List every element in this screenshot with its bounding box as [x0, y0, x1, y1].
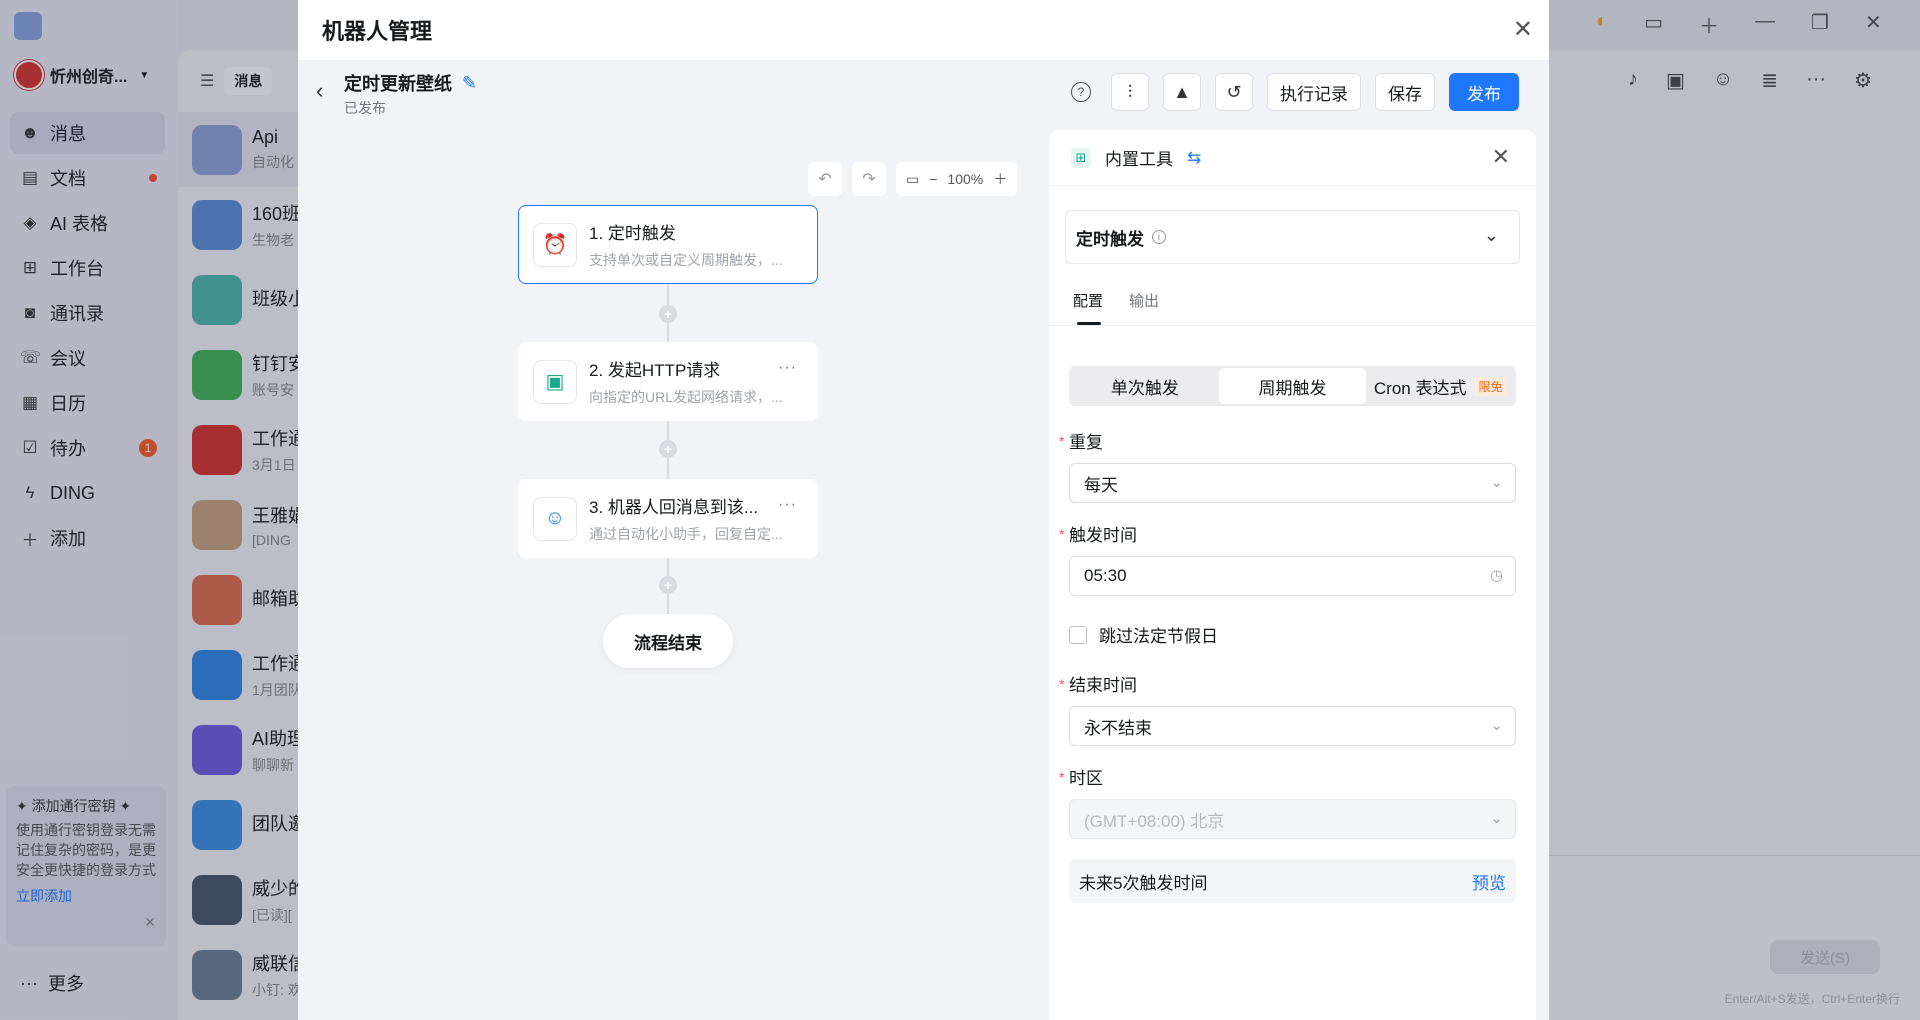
edit-icon[interactable]: ✎ — [462, 73, 477, 94]
trigger-time-label-text: 触发时间 — [1069, 526, 1137, 545]
panel-tabs: 配置 输出 — [1049, 282, 1536, 326]
save-button[interactable]: 保存 — [1375, 73, 1435, 111]
add-step-plus-icon[interactable]: + — [659, 305, 677, 323]
node-title: 1. 定时触发 — [589, 224, 676, 243]
add-step-plus-icon[interactable]: + — [659, 576, 677, 594]
trigger-mode-segmented: 单次触发 周期触发 Cron 表达式 限免 — [1069, 366, 1516, 406]
preview-label: 未来5次触发时间 — [1079, 873, 1208, 893]
end-time-label: * 结束时间 — [1059, 671, 1536, 696]
segment-cron[interactable]: Cron 表达式 限免 — [1366, 368, 1514, 404]
required-mark: * — [1059, 525, 1065, 542]
flow-node-robot-reply[interactable]: ☺ 3. 机器人回消息到该... 通过自动化小助手，回复自定... ··· — [518, 479, 818, 558]
node-body: 3. 机器人回消息到该... 通过自动化小助手，回复自定... — [589, 493, 799, 544]
http-window-icon: ▣ — [533, 359, 577, 404]
close-icon[interactable]: ✕ — [1513, 16, 1533, 44]
robot-management-modal: 机器人管理 ✕ ‹ 定时更新壁纸 ✎ 已发布 ? ⫶ ▲ ↺ 执行记录 保存 发… — [298, 0, 1549, 1020]
timezone-select: (GMT+08:00) 北京 ⌄ — [1069, 799, 1516, 839]
clock-icon: ◷ — [1489, 567, 1503, 584]
trigger-time-value: 05:30 — [1084, 566, 1127, 585]
flow-end-node: 流程结束 — [603, 614, 733, 668]
close-icon[interactable]: ✕ — [1492, 144, 1510, 170]
swap-icon[interactable]: ⇆ — [1187, 148, 1201, 168]
help-icon[interactable]: ? — [1071, 82, 1091, 102]
segment-cron-label: Cron 表达式 — [1373, 378, 1467, 398]
flow-node-timer-trigger[interactable]: ⏰ 1. 定时触发 支持单次或自定义周期触发，... — [518, 205, 818, 284]
info-icon[interactable]: i — [1152, 230, 1166, 244]
warning-icon[interactable]: ▲ — [1163, 73, 1201, 111]
skip-holiday-row[interactable]: 跳过法定节假日 — [1069, 622, 1536, 647]
segment-periodic[interactable]: 周期触发 — [1218, 368, 1367, 404]
alarm-clock-icon: ⏰ — [533, 222, 577, 267]
node-body: 1. 定时触发 支持单次或自定义周期触发，... — [589, 219, 799, 270]
zoom-in-icon[interactable]: ＋ — [993, 169, 1007, 189]
free-badge: 限免 — [1474, 376, 1507, 396]
redo-icon[interactable]: ↷ — [852, 162, 886, 196]
fit-screen-icon[interactable]: ▭ — [906, 171, 919, 188]
flow-status: 已发布 — [344, 100, 386, 116]
settings-sliders-icon[interactable]: ⫶ — [1111, 73, 1149, 111]
timezone-value: (GMT+08:00) 北京 — [1084, 811, 1225, 831]
node-body: 2. 发起HTTP请求 向指定的URL发起网络请求，... — [589, 356, 799, 407]
repeat-label: * 重复 — [1059, 428, 1536, 453]
history-icon[interactable]: ↺ — [1215, 73, 1253, 111]
flow-toolbar: ? ⫶ ▲ ↺ 执行记录 保存 发布 — [1071, 73, 1519, 111]
flow-header: ‹ 定时更新壁纸 ✎ 已发布 ? ⫶ ▲ ↺ 执行记录 保存 发布 — [298, 60, 1549, 126]
chevron-down-icon: ⌄ — [1483, 225, 1499, 245]
trigger-time-input[interactable]: 05:30 ◷ — [1069, 556, 1516, 596]
zoom-level: 100% — [947, 171, 984, 187]
node-desc: 通过自动化小助手，回复自定... — [589, 526, 783, 542]
timezone-label: * 时区 — [1059, 764, 1536, 789]
flow-name: 定时更新壁纸 ✎ — [344, 70, 477, 96]
flow-node-http-request[interactable]: ▣ 2. 发起HTTP请求 向指定的URL发起网络请求，... ··· — [518, 342, 818, 421]
skip-holiday-label: 跳过法定节假日 — [1099, 627, 1218, 646]
next-trigger-preview: 未来5次触发时间 预览 — [1069, 859, 1516, 903]
required-mark: * — [1059, 675, 1065, 692]
back-arrow-icon[interactable]: ‹ — [316, 78, 323, 104]
node-title: 3. 机器人回消息到该... — [589, 498, 759, 517]
end-time-select[interactable]: 永不结束 ⌄ — [1069, 706, 1516, 746]
panel-header: ⊞ 内置工具 ⇆ ✕ — [1049, 130, 1536, 186]
execution-log-button[interactable]: 执行记录 — [1267, 73, 1361, 111]
trigger-type-label: 定时触发 — [1076, 229, 1144, 249]
flow-name-text: 定时更新壁纸 — [344, 74, 452, 94]
repeat-value: 每天 — [1084, 475, 1118, 495]
node-title: 2. 发起HTTP请求 — [589, 361, 721, 380]
node-desc: 向指定的URL发起网络请求，... — [589, 389, 783, 405]
end-time-label-text: 结束时间 — [1069, 676, 1137, 695]
timezone-label-text: 时区 — [1069, 769, 1103, 788]
segment-once[interactable]: 单次触发 — [1071, 368, 1219, 404]
skip-holiday-checkbox[interactable] — [1069, 625, 1087, 644]
end-time-value: 永不结束 — [1084, 718, 1152, 738]
robot-message-icon: ☺ — [533, 496, 577, 541]
repeat-select[interactable]: 每天 ⌄ — [1069, 463, 1516, 503]
chevron-down-icon: ⌄ — [1490, 474, 1503, 491]
canvas-controls: ↶ ↷ ▭ − 100% ＋ — [808, 162, 1018, 196]
zoom-control: ▭ − 100% ＋ — [896, 162, 1018, 196]
more-icon[interactable]: ··· — [778, 359, 797, 377]
undo-icon[interactable]: ↶ — [808, 162, 842, 196]
repeat-label-text: 重复 — [1069, 433, 1103, 452]
trigger-time-label: * 触发时间 — [1059, 521, 1536, 546]
node-desc: 支持单次或自定义周期触发，... — [589, 252, 783, 268]
trigger-type-select[interactable]: 定时触发 i ⌄ — [1065, 210, 1520, 264]
chevron-down-icon: ⌄ — [1490, 717, 1503, 734]
required-mark: * — [1059, 768, 1065, 785]
tab-config[interactable]: 配置 — [1073, 282, 1103, 325]
publish-button[interactable]: 发布 — [1449, 73, 1519, 111]
required-mark: * — [1059, 432, 1065, 449]
add-step-plus-icon[interactable]: + — [659, 440, 677, 458]
modal-header: 机器人管理 ✕ — [298, 0, 1549, 60]
preview-link[interactable]: 预览 — [1472, 869, 1506, 894]
zoom-out-icon[interactable]: − — [929, 171, 937, 187]
more-icon[interactable]: ··· — [778, 496, 797, 514]
modal-title: 机器人管理 — [322, 19, 433, 44]
toolbox-icon: ⊞ — [1071, 147, 1091, 168]
chevron-down-icon: ⌄ — [1490, 810, 1503, 827]
panel-title: 内置工具 — [1105, 150, 1173, 169]
node-config-panel: ⊞ 内置工具 ⇆ ✕ 定时触发 i ⌄ 配置 输出 单次触发 周期触发 Cron… — [1049, 130, 1536, 1020]
tab-output[interactable]: 输出 — [1129, 282, 1159, 325]
